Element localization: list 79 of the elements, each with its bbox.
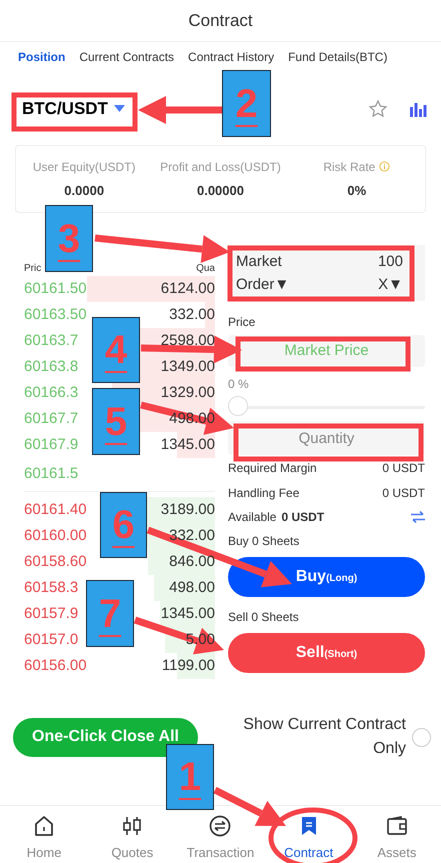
- info-label: Available: [228, 509, 276, 526]
- home-icon: [33, 814, 56, 837]
- order-price: 60163.8: [24, 356, 78, 377]
- info-value: 0 USDT: [382, 484, 425, 502]
- order-quantity: 3189.00: [160, 500, 215, 520]
- info-label: Handling Fee: [228, 484, 300, 502]
- info-value: 0 USDT: [281, 509, 324, 526]
- caret-icon: [114, 105, 125, 112]
- column-header: Pric: [24, 262, 42, 276]
- stat-value: 0.00000: [196, 182, 244, 200]
- order-price: 60158.3: [24, 578, 78, 598]
- order-quantity: 1349.00: [160, 356, 215, 377]
- order-price: 60156.00: [24, 656, 87, 676]
- order-type-dropdown[interactable]: Market Order▼: [236, 250, 311, 296]
- order-quantity: 1345.00: [160, 434, 215, 455]
- wallet-icon: [386, 814, 408, 837]
- order-price: 60158.60: [24, 552, 87, 572]
- order-quantity: 332.00: [169, 304, 215, 325]
- callout-number: 3: [45, 205, 93, 272]
- slider-value: 0 %: [228, 376, 250, 393]
- nav-item[interactable]: Quotes: [97, 806, 168, 862]
- stat-value: 0%: [347, 182, 366, 200]
- column-header: Qua: [196, 262, 215, 276]
- order-quantity: 1329.00: [160, 382, 215, 403]
- order-price: 60157.0: [24, 630, 78, 650]
- exchange-icon: [209, 814, 232, 837]
- tab[interactable]: Contract History: [188, 48, 274, 66]
- last-price: 60161.5: [24, 464, 78, 484]
- order-quantity: 1199.00: [162, 656, 215, 676]
- callout-number: 6: [100, 492, 147, 558]
- leverage-dropdown[interactable]: 100 X▼: [363, 250, 403, 296]
- nav-item[interactable]: Home: [9, 806, 80, 862]
- callout-number: 7: [86, 580, 134, 647]
- order-price: 60167.7: [24, 408, 78, 429]
- order-price: 60167.9: [24, 434, 78, 455]
- toggle-label: Show Current Contract Only: [242, 715, 406, 759]
- stat-label: User Equity(USDT): [32, 158, 136, 176]
- order-quantity: 1345.00: [160, 604, 215, 624]
- order-price: 60163.50: [24, 304, 87, 325]
- tab[interactable]: Fund Details(BTC): [288, 48, 388, 66]
- info-label: Required Margin: [228, 460, 317, 476]
- tab[interactable]: Position: [18, 48, 66, 66]
- callout-number: 2: [222, 70, 271, 137]
- sheets-text: Sell 0 Sheets: [228, 609, 300, 626]
- order-quantity: 2598.00: [160, 330, 215, 351]
- slider-thumb[interactable]: [228, 396, 248, 416]
- trade-button[interactable]: Buy(Long): [228, 557, 425, 597]
- order-quantity: 332.00: [169, 526, 215, 546]
- callout-number: 5: [92, 388, 140, 455]
- candlestick-icon: [121, 814, 144, 837]
- stat-label: Profit and Loss(USDT): [160, 158, 281, 176]
- order-quantity: 498.00: [169, 578, 215, 598]
- order-price: 60157.9: [24, 604, 78, 624]
- order-quantity: 6124.00: [160, 278, 215, 299]
- nav-item[interactable]: Contract: [274, 806, 344, 862]
- order-price: 60161.50: [24, 278, 87, 299]
- pair-selector[interactable]: BTC/USDT: [22, 96, 125, 122]
- callout-number: 4: [92, 317, 140, 383]
- callout-number: 1: [166, 744, 214, 810]
- order-price: 60161.40: [24, 500, 87, 520]
- field-label: Price: [228, 314, 256, 331]
- stat-label: Risk Rate: [323, 158, 376, 176]
- chart-icon[interactable]: [410, 100, 427, 116]
- order-price: 60163.7: [24, 330, 78, 351]
- trade-button[interactable]: Sell(Short): [228, 633, 425, 673]
- sheets-text: Buy 0 Sheets: [228, 533, 300, 550]
- star-icon[interactable]: [368, 98, 388, 118]
- page-title: Contract: [188, 10, 253, 32]
- info-value: 0 USDT: [382, 460, 425, 476]
- order-price: 60160.00: [24, 526, 87, 546]
- order-price: 60166.3: [24, 382, 78, 403]
- nav-item[interactable]: Assets: [362, 806, 432, 862]
- order-quantity: 846.00: [169, 552, 215, 572]
- stat-value: 0.0000: [64, 182, 104, 200]
- radio-button[interactable]: [412, 728, 431, 746]
- transfer-icon[interactable]: [411, 511, 425, 523]
- order-quantity: 5.00: [186, 630, 215, 650]
- info-icon[interactable]: [379, 161, 390, 172]
- tab[interactable]: Current Contracts: [79, 48, 174, 66]
